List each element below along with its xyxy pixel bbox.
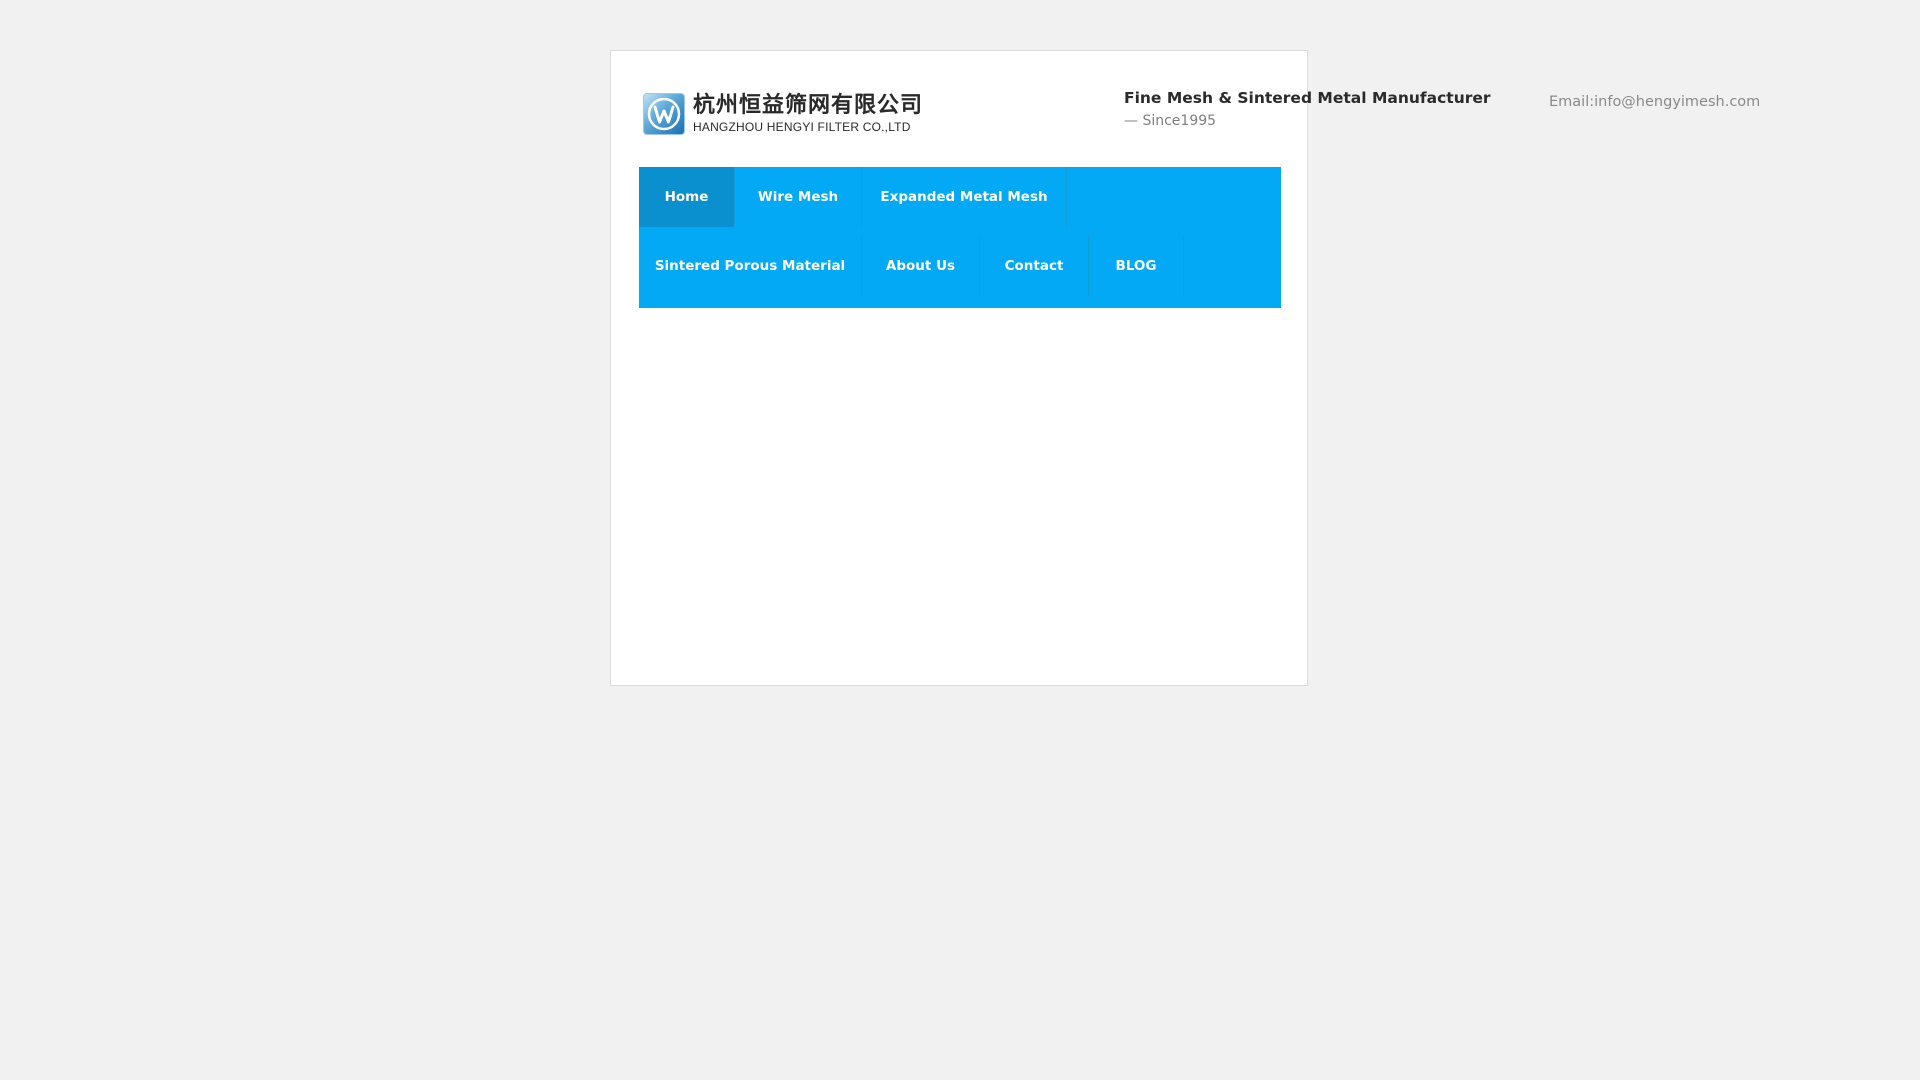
nav-row-2: Sintered Porous Material About Us Contac… [639, 236, 1184, 296]
nav-item-sintered-porous-material[interactable]: Sintered Porous Material [639, 236, 862, 296]
tagline-title: Fine Mesh & Sintered Metal Manufacturer [1124, 89, 1491, 107]
tagline-subtitle: — Since1995 [1124, 113, 1217, 129]
logo-text: 杭州恒益筛网有限公司 HANGZHOU HENGYI FILTER CO.,LT… [693, 93, 924, 134]
nav-item-about-us[interactable]: About Us [862, 236, 980, 296]
nav-item-home[interactable]: Home [639, 167, 735, 227]
logo-english-name: HANGZHOU HENGYI FILTER CO.,LTD [693, 120, 911, 134]
main-navigation: Home Wire Mesh Expanded Metal Mesh Sinte… [639, 167, 1281, 308]
logo-chinese-name: 杭州恒益筛网有限公司 [693, 93, 924, 118]
page-card: 杭州恒益筛网有限公司 HANGZHOU HENGYI FILTER CO.,LT… [610, 50, 1308, 686]
nav-row-1: Home Wire Mesh Expanded Metal Mesh [639, 167, 1067, 227]
site-tagline: Fine Mesh & Sintered Metal Manufacturer … [1124, 89, 1491, 129]
company-logo[interactable]: 杭州恒益筛网有限公司 HANGZHOU HENGYI FILTER CO.,LT… [643, 91, 923, 137]
nav-item-blog[interactable]: BLOG [1089, 236, 1184, 296]
contact-email: Email:info@hengyimesh.com [1549, 94, 1761, 110]
nav-item-contact[interactable]: Contact [980, 236, 1089, 296]
nav-item-wire-mesh[interactable]: Wire Mesh [735, 167, 862, 227]
nav-item-expanded-metal-mesh[interactable]: Expanded Metal Mesh [862, 167, 1067, 227]
w-emblem-logo-icon [643, 93, 685, 135]
